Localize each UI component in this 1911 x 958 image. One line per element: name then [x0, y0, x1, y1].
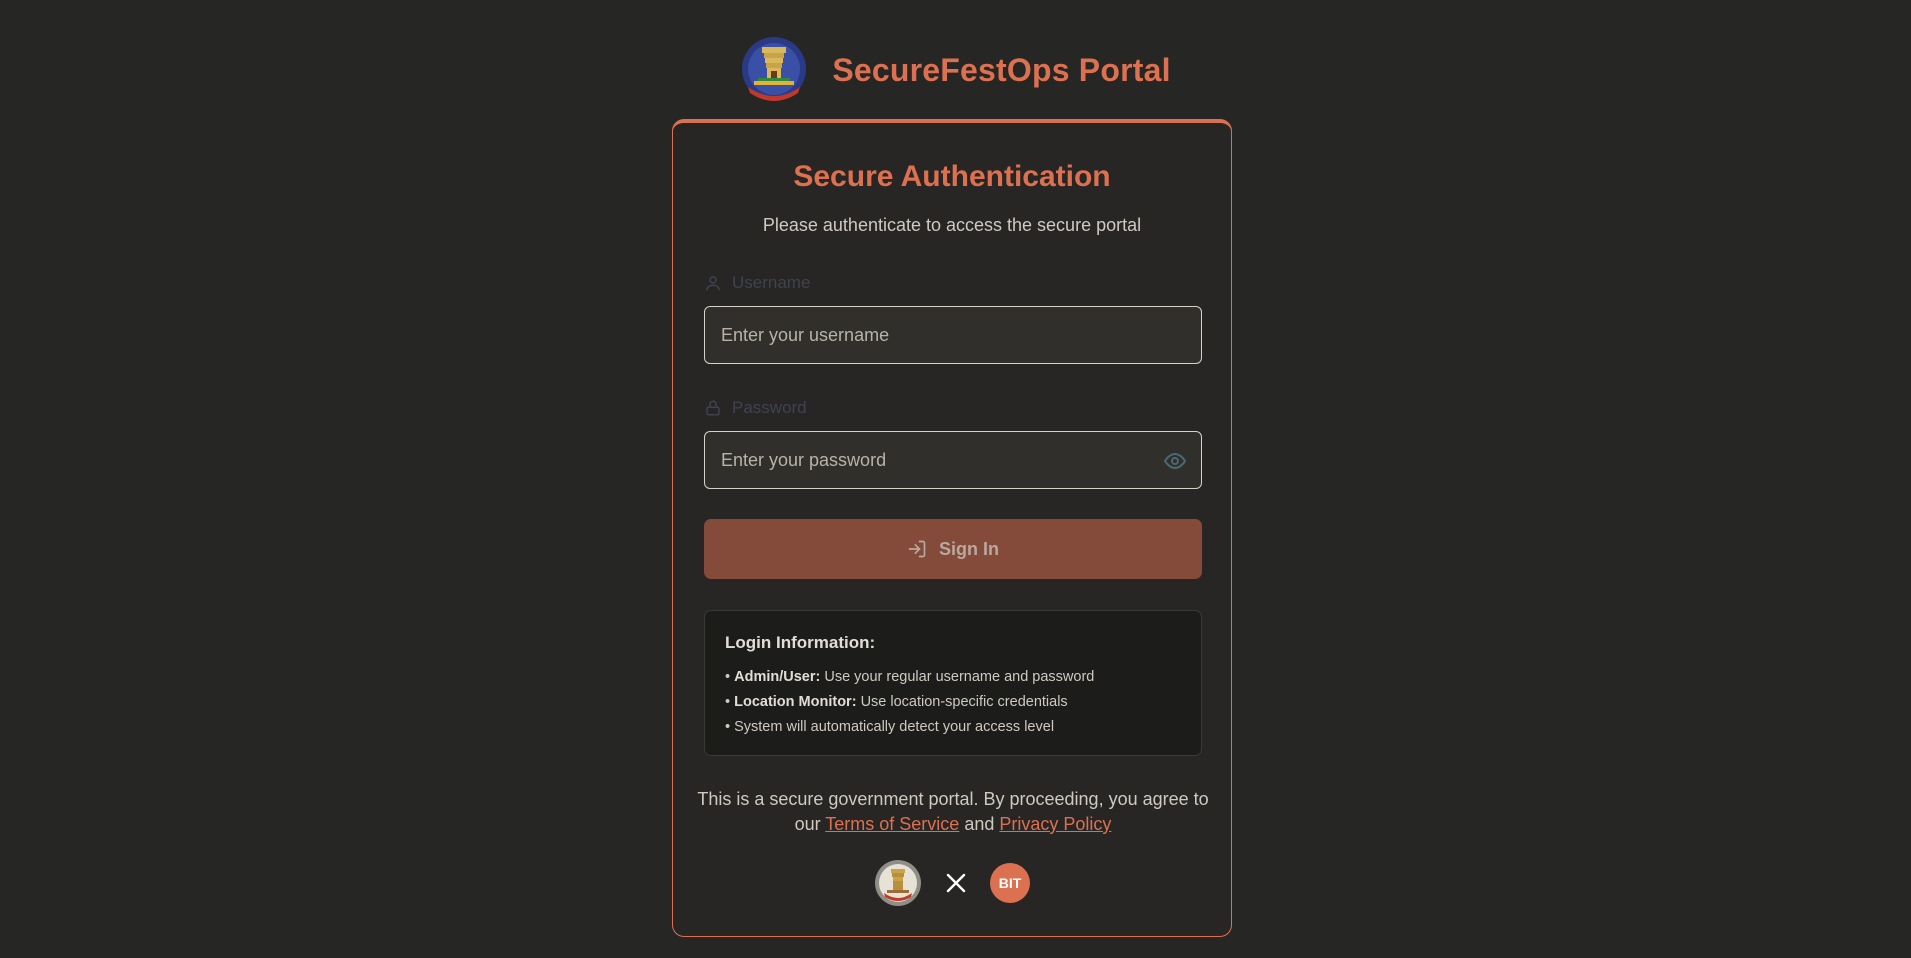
sign-in-button[interactable]: Sign In [704, 519, 1202, 579]
info-item-bold: Admin/User: [734, 669, 821, 685]
info-item-text: Use location-specific credentials [860, 694, 1068, 710]
password-input[interactable] [705, 449, 1201, 471]
card-title: Secure Authentication [793, 160, 1111, 193]
info-item-bold: Location Monitor: [734, 694, 857, 710]
password-label-text: Password [732, 398, 807, 417]
username-field-wrapper [704, 306, 1202, 364]
login-card: Secure Authentication Please authenticat… [672, 119, 1232, 937]
password-field-wrapper [704, 431, 1202, 489]
info-item: • Admin/User: Use your regular username … [725, 669, 1095, 685]
portal-header: SecureFestOps Portal [0, 30, 1911, 110]
disclaimer-and: and [964, 814, 995, 834]
username-input[interactable] [705, 324, 1201, 346]
government-emblem-icon [875, 860, 921, 906]
info-item: • System will automatically detect your … [725, 719, 1055, 735]
eye-icon[interactable] [1163, 449, 1187, 473]
lock-icon [706, 400, 720, 416]
password-label: Password [704, 398, 807, 418]
partner-logos: BIT [673, 859, 1231, 907]
privacy-policy-link[interactable]: Privacy Policy [999, 814, 1111, 834]
terms-of-service-link[interactable]: Terms of Service [825, 814, 959, 834]
sign-in-icon [908, 540, 926, 558]
tamil-nadu-emblem-icon [742, 37, 807, 101]
close-icon [946, 873, 966, 893]
username-label-text: Username [732, 273, 811, 292]
disclaimer: This is a secure government portal. By p… [697, 787, 1209, 837]
info-item-text: System will automatically detect your ac… [734, 719, 1055, 735]
username-label: Username [704, 273, 810, 293]
login-info-box: Login Information: • Admin/User: Use you… [704, 610, 1202, 756]
user-icon [706, 276, 720, 291]
bit-logo: BIT [990, 863, 1030, 903]
card-subtitle: Please authenticate to access the secure… [762, 215, 1142, 235]
sign-in-label: Sign In [939, 538, 999, 559]
info-item-text: Use your regular username and password [824, 669, 1095, 685]
portal-title: SecureFestOps Portal [832, 51, 1171, 88]
info-item: • Location Monitor: Use location-specifi… [725, 694, 1068, 710]
info-title: Login Information: [725, 633, 876, 652]
